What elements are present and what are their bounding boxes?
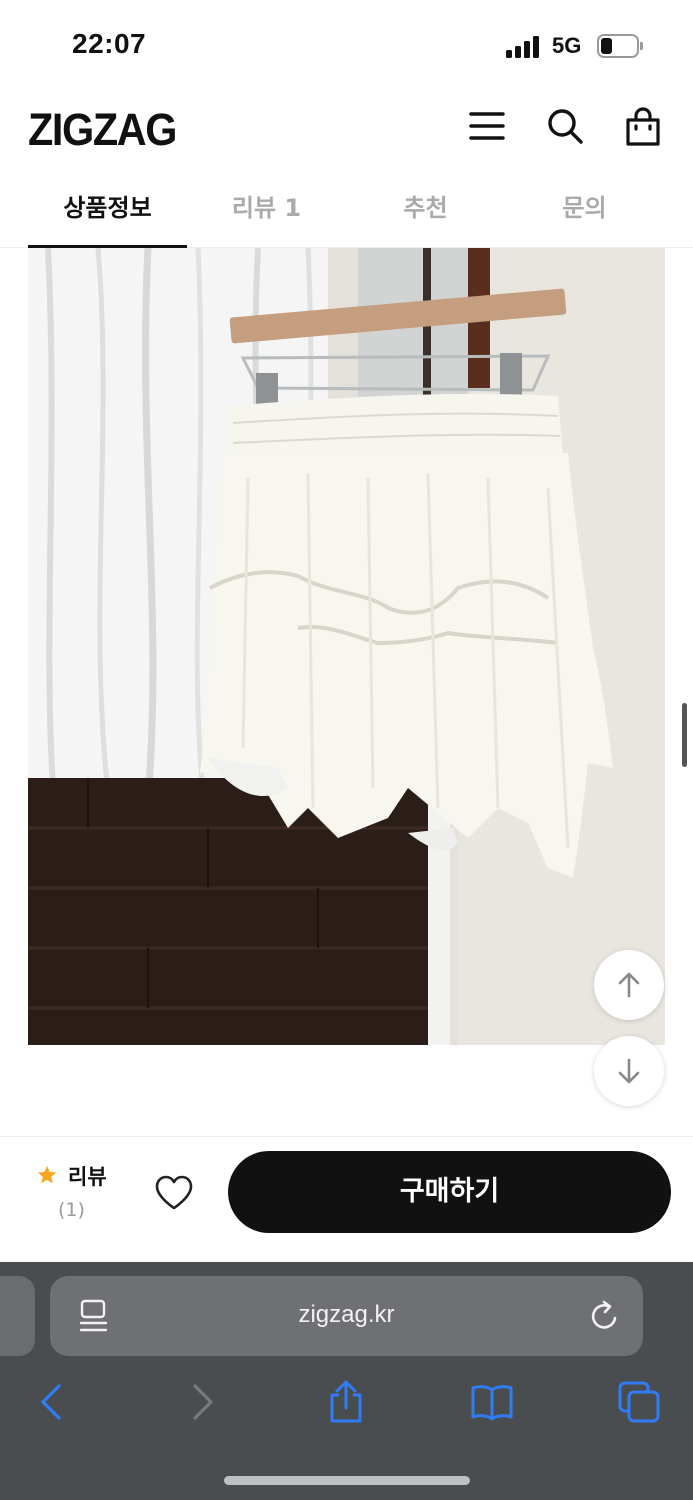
arrow-up-icon [618,972,640,998]
forward-icon[interactable] [180,1380,224,1424]
arrow-down-icon [618,1058,640,1084]
previous-tab-preview[interactable] [0,1276,35,1356]
tab-inquiry[interactable]: 문의 [505,180,664,248]
menu-icon[interactable] [467,106,507,146]
purchase-bar: 리뷰 (1) 구매하기 [0,1136,693,1262]
review-count: (1) [58,1199,85,1221]
tabs-icon[interactable] [617,1380,661,1424]
network-label: 5G [552,33,582,58]
product-photo [28,248,665,1045]
scroll-to-bottom-button[interactable] [594,1036,664,1106]
bookmarks-icon[interactable] [470,1380,514,1424]
buy-button[interactable]: 구매하기 [228,1151,671,1233]
shopping-bag-icon[interactable] [623,106,663,146]
home-indicator [224,1476,470,1485]
page-scrollbar[interactable] [682,703,687,767]
star-icon [37,1165,57,1184]
back-icon[interactable] [30,1380,74,1424]
tab-reviews[interactable]: 리뷰 1 [187,180,346,248]
tab-product-info[interactable]: 상품정보 [28,180,187,248]
zigzag-logo[interactable]: ZIGZAG [28,104,177,156]
product-tabs: 상품정보 리뷰 1 추천 문의 [0,180,693,248]
heart-icon[interactable] [152,1171,196,1215]
tab-recommended[interactable]: 추천 [346,180,505,248]
share-icon[interactable] [324,1380,368,1424]
app-header: ZIGZAG [0,90,693,170]
reload-icon[interactable] [588,1298,622,1334]
review-label: 리뷰 [68,1165,107,1189]
signal-icon [506,36,544,58]
browser-toolbar: zigzag.kr [0,1262,693,1500]
review-summary[interactable]: 리뷰 (1) [36,1161,116,1231]
scroll-to-top-button[interactable] [594,950,664,1020]
address-bar[interactable]: zigzag.kr [50,1276,643,1356]
battery-icon [597,34,643,58]
status-time: 22:07 [72,28,147,59]
search-icon[interactable] [545,106,585,146]
url-text[interactable]: zigzag.kr [50,1301,643,1329]
status-bar: 22:07 5G [0,0,693,90]
